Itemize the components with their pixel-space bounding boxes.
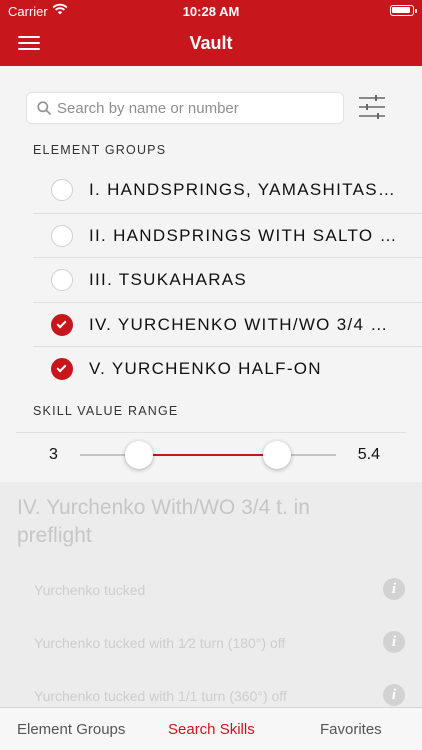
divider xyxy=(16,432,406,433)
info-icon[interactable]: i xyxy=(383,684,405,706)
element-group-label: II. HANDSPRINGS WITH SALTO … xyxy=(89,225,398,245)
element-group-row[interactable]: IV. YURCHENKO WITH/WO 3/4 … xyxy=(33,301,422,347)
radio-checked-icon[interactable] xyxy=(51,358,73,380)
info-icon[interactable]: i xyxy=(383,631,405,653)
search-icon xyxy=(37,101,51,115)
element-group-label: I. HANDSPRINGS, YAMASHITAS… xyxy=(89,180,397,199)
element-group-row[interactable]: I. HANDSPRINGS, YAMASHITAS… xyxy=(33,168,422,213)
status-bar: Carrier 10:28 AM xyxy=(0,0,422,22)
element-groups-list: I. HANDSPRINGS, YAMASHITAS… II. HANDSPRIN… xyxy=(0,168,422,391)
skill-name: Yurchenko tucked xyxy=(34,582,146,598)
radio-unchecked-icon[interactable] xyxy=(51,224,73,247)
element-group-label: III. TSUKAHARAS xyxy=(89,270,248,289)
info-icon[interactable]: i xyxy=(383,578,405,600)
tab-search-skills[interactable]: Search Skills xyxy=(168,721,255,738)
skill-name: Yurchenko tucked with 1/1 turn (360°) of… xyxy=(34,688,287,704)
range-slider-low-thumb[interactable] xyxy=(124,441,153,469)
radio-checked-icon[interactable] xyxy=(51,313,73,336)
skill-row[interactable]: Yurchenko tucked i xyxy=(0,566,422,620)
element-group-row[interactable]: III. TSUKAHARAS xyxy=(33,257,422,302)
skill-row[interactable]: Yurchenko tucked with 1⁄2 turn (180°) of… xyxy=(0,619,422,673)
nav-header: Carrier 10:28 AM Vault xyxy=(0,0,422,66)
checkmark-icon xyxy=(56,318,67,328)
page-title: Vault xyxy=(189,33,233,53)
tab-favorites[interactable]: Favorites xyxy=(320,721,382,738)
element-group-label: IV. YURCHENKO WITH/WO 3/4 … xyxy=(89,314,389,334)
skill-row[interactable]: Yurchenko tucked with 1/1 turn (360°) of… xyxy=(0,672,422,707)
range-slider-high-thumb[interactable] xyxy=(263,441,292,469)
tab-bar: Element Groups Search Skills Favorites xyxy=(0,707,422,750)
skill-range-header: SKILL VALUE RANGE xyxy=(33,404,179,418)
skill-range-section: SKILL VALUE RANGE 3 5.4 xyxy=(0,382,422,482)
checkmark-icon xyxy=(56,362,67,373)
range-max-label: 5.4 xyxy=(357,446,380,463)
results-group-title: IV. Yurchenko With/WO 3/4 t. in prefligh… xyxy=(17,496,310,547)
element-groups-header: ELEMENT GROUPS xyxy=(33,143,167,157)
radio-unchecked-icon[interactable] xyxy=(51,269,73,291)
range-min-label: 3 xyxy=(49,446,58,463)
element-group-label: V. YURCHENKO HALF-ON xyxy=(89,359,322,378)
range-slider-fill xyxy=(138,454,278,456)
element-group-row[interactable]: II. HANDSPRINGS WITH SALTO … xyxy=(33,212,422,258)
status-time: 10:28 AM xyxy=(182,4,240,19)
filter-sliders-icon[interactable] xyxy=(357,94,387,120)
radio-unchecked-icon[interactable] xyxy=(51,179,73,201)
battery-icon xyxy=(390,5,417,16)
search-area xyxy=(0,66,422,130)
search-box xyxy=(26,92,344,124)
skill-name: Yurchenko tucked with 1⁄2 turn (180°) of… xyxy=(34,635,286,651)
search-input[interactable] xyxy=(57,93,337,123)
tab-element-groups[interactable]: Element Groups xyxy=(17,721,125,738)
skills-results: IV. Yurchenko With/WO 3/4 t. in prefligh… xyxy=(0,482,422,707)
element-groups-section: ELEMENT GROUPS I. HANDSPRINGS, YAMASHITA… xyxy=(0,130,422,382)
